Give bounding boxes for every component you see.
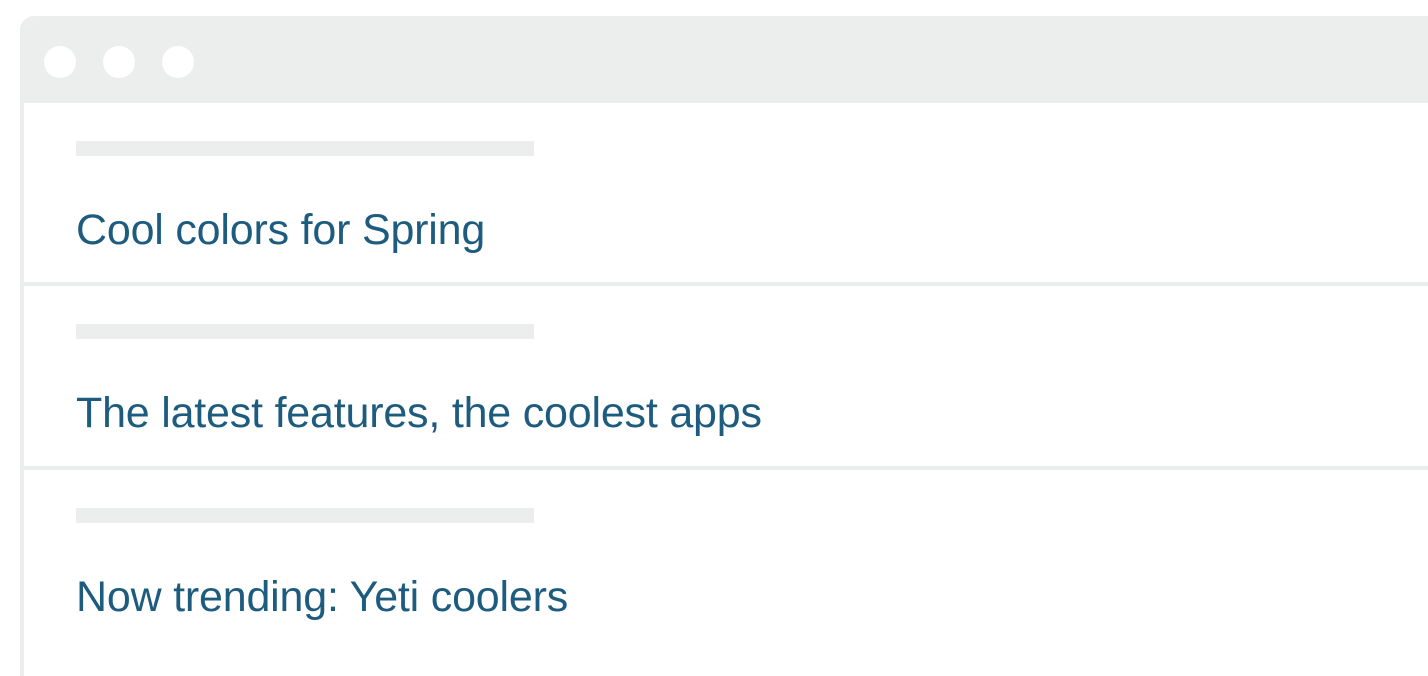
list-item[interactable]: Now trending: Yeti coolers <box>24 470 1428 653</box>
text-placeholder-bar <box>76 508 534 523</box>
item-headline[interactable]: Cool colors for Spring <box>76 205 485 255</box>
list-item[interactable]: The latest features, the coolest apps <box>24 286 1428 469</box>
text-placeholder-bar <box>76 324 534 339</box>
window-minimize-dot[interactable] <box>103 46 135 78</box>
item-headline[interactable]: The latest features, the coolest apps <box>76 388 762 438</box>
browser-window: Cool colors for Spring The latest featur… <box>20 16 1428 676</box>
text-placeholder-bar <box>76 141 534 156</box>
list-item[interactable]: Cool colors for Spring <box>24 103 1428 286</box>
window-titlebar <box>24 20 1428 103</box>
window-close-dot[interactable] <box>44 46 76 78</box>
window-maximize-dot[interactable] <box>162 46 194 78</box>
item-headline[interactable]: Now trending: Yeti coolers <box>76 572 568 622</box>
